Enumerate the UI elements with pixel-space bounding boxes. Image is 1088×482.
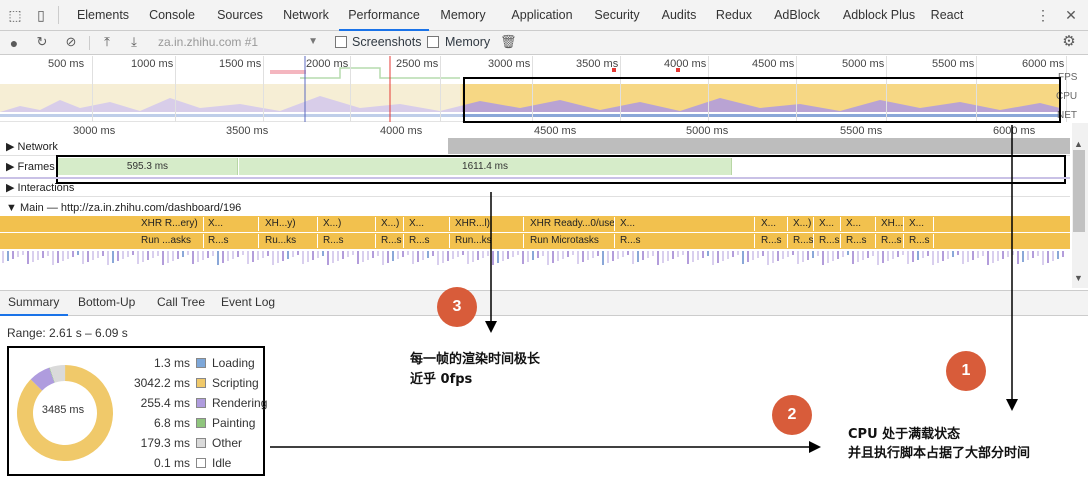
annotation-arrows — [270, 125, 1018, 453]
